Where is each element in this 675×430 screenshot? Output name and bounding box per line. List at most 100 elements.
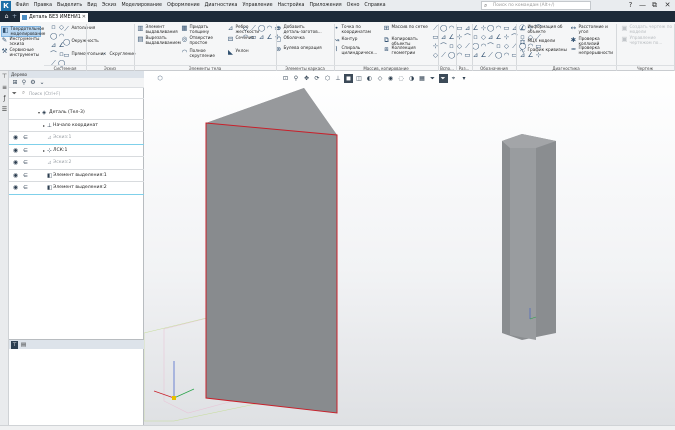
minimize-button[interactable]: — bbox=[637, 0, 648, 11]
tree-row-sketch-1[interactable]: ◉ ∈ ⊿ Эскиз:1 bbox=[9, 132, 144, 145]
ribbon-button-extrude[interactable]: ▥ Элемент выдавливания bbox=[137, 24, 179, 34]
ribbon-button-draft[interactable]: ◣ Уклон bbox=[227, 48, 263, 56]
part-icon: ◈ bbox=[42, 110, 47, 116]
rib-icon: ⊿ bbox=[227, 24, 234, 32]
ribbon-button-helix[interactable]: ⌇ Спираль цилиндрическ... bbox=[333, 45, 383, 55]
tool-icon: ⌒ bbox=[464, 33, 471, 41]
help-icon[interactable]: ? bbox=[625, 0, 636, 11]
close-window-button[interactable]: ✕ bbox=[662, 0, 673, 11]
ribbon-button-label: Булева операция bbox=[283, 45, 322, 50]
ribbon-button-label: Инструменты эскиза bbox=[9, 36, 40, 46]
tool-icon: ◇ bbox=[504, 42, 509, 50]
tree-row-lcs[interactable]: ◉ ∈ ▸ ⊹ ЛСК:1 bbox=[9, 145, 144, 157]
visibility-eye-icon[interactable]: ◉ bbox=[12, 170, 19, 182]
expand-icon[interactable]: ▸ bbox=[43, 145, 45, 157]
ribbon-button-thicken[interactable]: ▦ Придать толщину bbox=[181, 24, 219, 34]
dependency-icon[interactable]: ∈ bbox=[22, 182, 29, 194]
dependency-icon[interactable]: ∈ bbox=[22, 170, 29, 182]
tree-structure-icon[interactable]: ⊞ bbox=[11, 79, 19, 87]
ribbon-button-manage-drawing[interactable]: ▣ Управление чертежом по... bbox=[621, 35, 673, 45]
home-icon[interactable]: ⌂ bbox=[2, 13, 11, 21]
ribbon-button-label: Отверстие простое bbox=[189, 35, 213, 45]
tree-row-extrusion-2[interactable]: ◉ ∈ ◧ Элемент выделения:2 bbox=[9, 182, 144, 195]
parameters-icon[interactable]: ⊤ bbox=[11, 341, 18, 349]
ribbon-tool-icon[interactable]: ⟋ bbox=[535, 34, 544, 41]
ribbon-button-contour[interactable]: ↝ Контур bbox=[333, 36, 383, 44]
menu-item[interactable]: Настройка bbox=[275, 3, 307, 8]
menu-item[interactable]: Моделирование bbox=[119, 3, 164, 8]
ribbon-button-cut-extrude[interactable]: ▤ Вырезать выдавливанием bbox=[137, 35, 180, 45]
funnel-icon[interactable]: ⏷ bbox=[12, 90, 17, 98]
tree-row-origin[interactable]: ▸ ⊥ Начало координат bbox=[9, 120, 144, 132]
list-icon[interactable]: ☰ bbox=[1, 106, 8, 113]
restore-button[interactable]: ⧉ bbox=[649, 0, 660, 11]
menu-item[interactable]: Оформление bbox=[164, 3, 202, 8]
document-tab[interactable]: Деталь БЕЗ ИМЕНИ1 ✕ bbox=[20, 12, 88, 22]
ribbon-button-label: Твердотельное моделирование bbox=[10, 26, 46, 36]
menu-item[interactable]: Правка bbox=[31, 3, 54, 8]
visibility-eye-icon[interactable]: ◉ bbox=[12, 145, 19, 157]
visibility-eye-icon[interactable]: ◉ bbox=[12, 182, 19, 194]
tree-row-extrusion-1[interactable]: ◉ ∈ ◧ Элемент выделения:1 bbox=[9, 170, 144, 182]
command-search-input[interactable]: ⌕ Поиск по командам (Alt+/) bbox=[481, 1, 591, 10]
menu-item[interactable]: Вид bbox=[85, 3, 100, 8]
ribbon-tool-icon[interactable]: ◠ bbox=[58, 33, 67, 40]
menu-item[interactable]: Окно bbox=[344, 3, 362, 8]
visibility-eye-icon[interactable]: ◉ bbox=[12, 157, 19, 169]
visibility-eye-icon[interactable]: ◉ bbox=[12, 132, 19, 144]
tree-icon[interactable]: ⊤ bbox=[1, 73, 8, 80]
ribbon-button-full-fillet[interactable]: ◠ Полное скругление bbox=[181, 48, 219, 58]
tool-icon: ▫ bbox=[51, 23, 56, 31]
plus-icon[interactable]: + bbox=[11, 13, 18, 21]
ribbon-button-grid-array[interactable]: ⊞ Массив по сетке bbox=[383, 24, 433, 32]
dependency-icon[interactable]: ∈ bbox=[22, 157, 29, 169]
layers-icon[interactable]: ≡ bbox=[1, 84, 8, 91]
ribbon-tool-icon[interactable]: ◇ bbox=[58, 24, 67, 31]
small-prism-front-face[interactable] bbox=[510, 148, 536, 340]
expand-icon[interactable]: ▸ bbox=[43, 120, 45, 132]
ribbon-button-distance[interactable]: ↔ Расстояние и угол bbox=[570, 24, 614, 34]
settings-icon[interactable]: ⚙ bbox=[29, 79, 37, 87]
menu-item[interactable]: Справка bbox=[362, 3, 388, 8]
menu-item[interactable]: Диагностика bbox=[202, 3, 240, 8]
menu-item[interactable]: Выделить bbox=[55, 3, 85, 8]
tree-search[interactable]: ⏷ ⌕ Поиск (Ctrl+F) bbox=[9, 89, 144, 99]
ribbon-button-continuity[interactable]: ≈ Проверка непрерывности bbox=[570, 45, 614, 55]
menu-item[interactable]: Приложения bbox=[307, 3, 344, 8]
function-icon[interactable]: ƒ bbox=[1, 95, 8, 102]
ribbon-tool-icon[interactable]: ∠ bbox=[58, 42, 67, 49]
tree-row-part[interactable]: ▾ ◈ Деталь (Тел-3) bbox=[9, 107, 144, 120]
filter-tree-icon[interactable]: ⚲ bbox=[20, 79, 28, 87]
menu-item[interactable]: Эскиз bbox=[99, 3, 119, 8]
ribbon-button-rectangle[interactable]: ▭ Прямоугольник bbox=[63, 51, 106, 59]
document-icon[interactable]: ▤ bbox=[20, 341, 27, 349]
extrude-icon: ▥ bbox=[137, 24, 144, 32]
ribbon-tool-icon[interactable]: ⌒ bbox=[535, 25, 544, 32]
tool-icon: ⟋ bbox=[465, 42, 470, 50]
origin-icon: ⊥ bbox=[47, 122, 52, 129]
dependency-icon[interactable]: ∈ bbox=[22, 145, 29, 157]
ribbon-button-point[interactable]: • Точка по координатам bbox=[333, 24, 383, 34]
ribbon-button-boolean[interactable]: ⊗ Булева операция bbox=[275, 45, 323, 53]
tree-row-sketch-2[interactable]: ◉ ∈ ⊿ Эскиз:2 bbox=[9, 157, 144, 170]
ribbon-button-fillet[interactable]: ◜ Скругление bbox=[101, 51, 137, 59]
tree-options-icon[interactable]: ⌄ bbox=[38, 79, 46, 87]
dependency-icon[interactable]: ∈ bbox=[22, 132, 29, 144]
model-viewport[interactable]: ⬡ ⊡ ⚲ ✥ ⟳ ⬡ ⊥ ◼ ◫ ◐ ◇ ◉ ◌ ◑ ▦ ⏷ ⏷ ⌖ ▾ bbox=[144, 71, 675, 430]
ribbon-button-drawing[interactable]: ▣ Создать чертеж по модели bbox=[621, 24, 673, 34]
ribbon-tool-icon[interactable]: ▫ bbox=[58, 51, 67, 58]
menu-item[interactable]: Файл bbox=[13, 3, 31, 8]
menu-item[interactable]: Управление bbox=[240, 3, 275, 8]
ribbon-button-circle[interactable]: ◯Окружность bbox=[63, 38, 99, 46]
ribbon-tool-icon[interactable]: ▭ bbox=[535, 43, 544, 50]
ribbon-button-autoline[interactable]: ⟋ Автолиния bbox=[63, 25, 97, 33]
ribbon-button-collection[interactable]: ⧈ Коллекция геометрии bbox=[383, 45, 433, 55]
prism-selected-face[interactable] bbox=[205, 122, 338, 414]
ribbon-tool-icon[interactable]: ⊹ bbox=[535, 52, 544, 59]
ribbon-button-hole[interactable]: ◎ Отверстие простое bbox=[181, 35, 219, 45]
ribbon-button-sketch-tools[interactable]: ✎ Инструменты эскиза bbox=[1, 36, 41, 46]
tree-search-input[interactable]: Поиск (Ctrl+F) bbox=[21, 90, 139, 98]
ribbon-button-service-tools[interactable]: ⚒ Сервисные инструменты bbox=[1, 47, 41, 57]
collapse-icon[interactable]: ▾ bbox=[38, 107, 40, 119]
close-tab-icon[interactable]: ✕ bbox=[82, 13, 86, 22]
